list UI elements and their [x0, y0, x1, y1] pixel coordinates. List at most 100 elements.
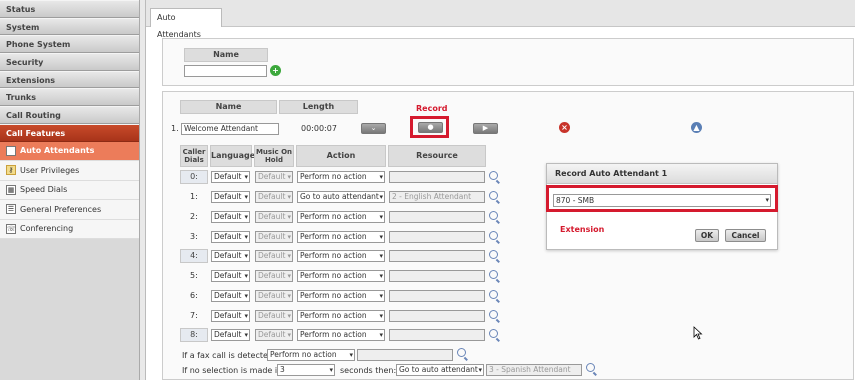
noselect-label: If no selection is made in: — [182, 366, 285, 375]
row-dial-4: 4: — [180, 249, 208, 263]
search-icon[interactable] — [489, 310, 498, 319]
moh-select[interactable]: Default — [255, 329, 293, 341]
resource-field[interactable] — [389, 310, 485, 322]
language-select[interactable]: Default — [211, 191, 250, 203]
sub-label: General Preferences — [20, 204, 102, 214]
action-select[interactable]: Perform no action — [297, 270, 385, 282]
search-icon[interactable] — [489, 171, 498, 180]
row-dial-8: 8: — [180, 328, 208, 342]
noselect-resource-field[interactable]: 3 - Spanish Attendant — [486, 364, 582, 376]
cursor-icon — [693, 326, 703, 340]
list-length-header: Length — [279, 100, 358, 114]
seconds-select[interactable]: 3 — [277, 364, 335, 376]
resource-field[interactable]: 2 - English Attendant — [389, 191, 485, 203]
nav-call-features[interactable]: Call Features — [0, 123, 139, 142]
language-select[interactable]: Default — [211, 250, 250, 262]
extension-highlight — [546, 185, 778, 212]
sub-label: Conferencing — [20, 224, 74, 234]
moh-select[interactable]: Default — [255, 231, 293, 243]
resource-field[interactable] — [389, 290, 485, 302]
language-select[interactable]: Default — [211, 329, 250, 341]
nav-status[interactable]: Status — [0, 0, 139, 18]
action-select[interactable]: Perform no action — [297, 329, 385, 341]
resource-field[interactable] — [389, 270, 485, 282]
language-select[interactable]: Default — [211, 211, 250, 223]
resource-field[interactable] — [389, 329, 485, 341]
nav-system[interactable]: System — [0, 17, 139, 36]
moh-select[interactable]: Default — [255, 211, 293, 223]
search-icon[interactable] — [489, 290, 498, 299]
language-select[interactable]: Default — [211, 171, 250, 183]
moh-select[interactable]: Default — [255, 250, 293, 262]
language-select[interactable]: Default — [211, 270, 250, 282]
action-select[interactable]: Perform no action — [297, 211, 385, 223]
tab-strip: Auto Attendants — [146, 0, 855, 39]
action-select[interactable]: Perform no action — [297, 250, 385, 262]
move-up-icon[interactable]: ▲ — [691, 122, 702, 133]
nav-call-routing[interactable]: Call Routing — [0, 106, 139, 124]
sub-speed-dials[interactable]: ▦ Speed Dials — [0, 180, 139, 200]
fax-action-select[interactable]: Perform no action — [267, 349, 355, 361]
nav-extensions[interactable]: Extensions — [0, 70, 139, 89]
col-language: Language — [210, 145, 255, 167]
resource-field[interactable] — [389, 211, 485, 223]
attendant-index: 1. — [171, 124, 179, 133]
fax-resource-field[interactable] — [357, 349, 453, 361]
moh-select[interactable]: Default — [255, 290, 293, 302]
col-resource: Resource — [388, 145, 486, 167]
noselect-action-select[interactable]: Go to auto attendant — [396, 364, 484, 376]
search-icon[interactable] — [489, 329, 498, 338]
action-select[interactable]: Perform no action — [297, 171, 385, 183]
attendant-length: 00:00:07 — [301, 124, 337, 133]
language-select[interactable]: Default — [211, 290, 250, 302]
col-music-on-hold: Music On Hold — [254, 145, 294, 167]
download-button[interactable]: ⌄ — [361, 123, 386, 134]
moh-select[interactable]: Default — [255, 191, 293, 203]
delete-icon[interactable]: × — [559, 122, 570, 133]
sub-user-privileges[interactable]: ⚷ User Privileges — [0, 161, 139, 181]
list-name-header: Name — [180, 100, 277, 114]
moh-select[interactable]: Default — [255, 310, 293, 322]
new-name-input[interactable] — [184, 65, 267, 77]
resource-field[interactable] — [389, 171, 485, 183]
sidebar: Status System Phone System Security Exte… — [0, 0, 140, 380]
nav-trunks[interactable]: Trunks — [0, 88, 139, 107]
resource-field[interactable] — [389, 250, 485, 262]
action-select[interactable]: Perform no action — [297, 231, 385, 243]
row-dial-2: 2: — [190, 212, 198, 221]
dialog-title: Record Auto Attendant 1 — [547, 164, 777, 184]
search-icon[interactable] — [489, 191, 498, 200]
sub-conferencing[interactable]: ☏ Conferencing — [0, 219, 139, 239]
name-header: Name — [184, 48, 268, 62]
play-button[interactable]: ▶ — [473, 123, 498, 134]
moh-select[interactable]: Default — [255, 270, 293, 282]
search-icon[interactable] — [586, 363, 595, 372]
row-dial-5: 5: — [190, 271, 198, 280]
search-icon[interactable] — [457, 348, 466, 357]
sub-label: Auto Attendants — [20, 146, 95, 156]
add-icon[interactable]: + — [270, 65, 281, 76]
nav-security[interactable]: Security — [0, 53, 139, 71]
document-icon: ≡ — [6, 145, 16, 156]
sub-general-preferences[interactable]: ☰ General Preferences — [0, 200, 139, 220]
nav-phone-system[interactable]: Phone System — [0, 35, 139, 54]
key-icon: ⚷ — [6, 165, 16, 176]
action-select[interactable]: Perform no action — [297, 310, 385, 322]
search-icon[interactable] — [489, 231, 498, 240]
row-dial-1: 1: — [190, 192, 198, 201]
language-select[interactable]: Default — [211, 231, 250, 243]
attendant-name-input[interactable]: Welcome Attendant — [181, 123, 279, 135]
search-icon[interactable] — [489, 211, 498, 220]
sub-auto-attendants[interactable]: ≡ Auto Attendants — [0, 141, 139, 161]
action-select[interactable]: Perform no action — [297, 290, 385, 302]
moh-select[interactable]: Default — [255, 171, 293, 183]
search-icon[interactable] — [489, 250, 498, 259]
ok-button[interactable]: OK — [695, 229, 719, 242]
resource-field[interactable] — [389, 231, 485, 243]
tab-auto-attendants[interactable]: Auto Attendants — [150, 8, 222, 39]
col-action: Action — [296, 145, 386, 167]
action-select[interactable]: Go to auto attendant — [297, 191, 385, 203]
search-icon[interactable] — [489, 270, 498, 279]
language-select[interactable]: Default — [211, 310, 250, 322]
cancel-button[interactable]: Cancel — [725, 229, 766, 242]
